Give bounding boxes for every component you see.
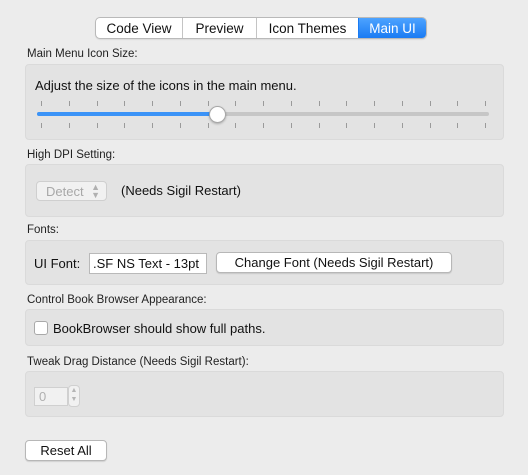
icon-size-slider-fill <box>37 112 218 116</box>
stepper-down-icon[interactable]: ▼ <box>71 396 78 403</box>
slider-tick <box>429 123 431 128</box>
preferences-tab-bar: Code View Preview Icon Themes Main UI <box>95 17 427 39</box>
slider-tick <box>401 101 403 106</box>
slider-tick <box>263 101 264 106</box>
drag-distance-stepper[interactable]: ▲ ▼ <box>68 385 80 407</box>
drag-section-label: Tweak Drag Distance (Needs Sigil Restart… <box>27 356 249 368</box>
chevron-updown-icon: ▲ ▼ <box>91 182 100 200</box>
slider-tick <box>485 123 486 128</box>
reset-all-button[interactable]: Reset All <box>25 440 107 461</box>
slider-tick <box>374 123 375 128</box>
slider-tick <box>401 123 403 128</box>
tab-code-view[interactable]: Code View <box>96 18 182 38</box>
ui-font-field[interactable]: .SF NS Text - 13pt <box>89 253 207 274</box>
tab-main-ui[interactable]: Main UI <box>358 18 426 38</box>
slider-tick <box>290 101 292 106</box>
slider-tick <box>152 123 153 128</box>
slider-tick <box>346 101 348 106</box>
icon-size-section-label: Main Menu Icon Size: <box>27 48 138 60</box>
icon-size-description: Adjust the size of the icons in the main… <box>35 78 297 93</box>
full-paths-checkbox[interactable] <box>34 321 48 335</box>
slider-tick <box>346 123 348 128</box>
drag-group <box>25 371 504 417</box>
slider-tick <box>96 123 98 128</box>
slider-tick <box>152 101 153 106</box>
dpi-select[interactable]: Detect ▲ ▼ <box>36 181 107 201</box>
slider-tick <box>96 101 98 106</box>
slider-tick <box>318 101 320 106</box>
ui-font-label: UI Font: <box>34 256 81 271</box>
change-font-button[interactable]: Change Font (Needs Sigil Restart) <box>216 252 452 273</box>
drag-distance-field[interactable]: 0 <box>34 387 68 406</box>
slider-tick <box>290 123 292 128</box>
dpi-section-label: High DPI Setting: <box>27 149 116 161</box>
slider-tick <box>41 101 42 106</box>
slider-tick <box>41 123 42 128</box>
icon-size-slider-track[interactable] <box>37 112 489 116</box>
slider-tick <box>124 123 126 128</box>
slider-tick <box>263 123 264 128</box>
slider-tick <box>207 101 209 106</box>
slider-tick <box>68 123 70 128</box>
slider-tick <box>429 101 431 106</box>
dpi-restart-note: (Needs Sigil Restart) <box>121 183 241 198</box>
fonts-section-label: Fonts: <box>27 224 59 236</box>
icon-size-slider-thumb[interactable] <box>208 106 226 123</box>
slider-tick <box>235 123 237 128</box>
slider-tick <box>318 123 320 128</box>
slider-tick <box>207 123 209 128</box>
slider-tick <box>235 101 237 106</box>
tab-preview[interactable]: Preview <box>182 18 256 38</box>
slider-tick <box>179 123 181 128</box>
tab-icon-themes[interactable]: Icon Themes <box>256 18 358 38</box>
slider-tick <box>124 101 126 106</box>
slider-tick <box>68 101 70 106</box>
slider-tick <box>457 101 459 106</box>
slider-tick <box>179 101 181 106</box>
dpi-select-value: Detect <box>46 184 84 199</box>
slider-tick <box>457 123 459 128</box>
stepper-up-icon[interactable]: ▲ <box>71 387 78 394</box>
full-paths-checkbox-label[interactable]: BookBrowser should show full paths. <box>53 321 265 336</box>
slider-tick <box>374 101 375 106</box>
book-browser-section-label: Control Book Browser Appearance: <box>27 294 207 306</box>
slider-tick <box>485 101 486 106</box>
